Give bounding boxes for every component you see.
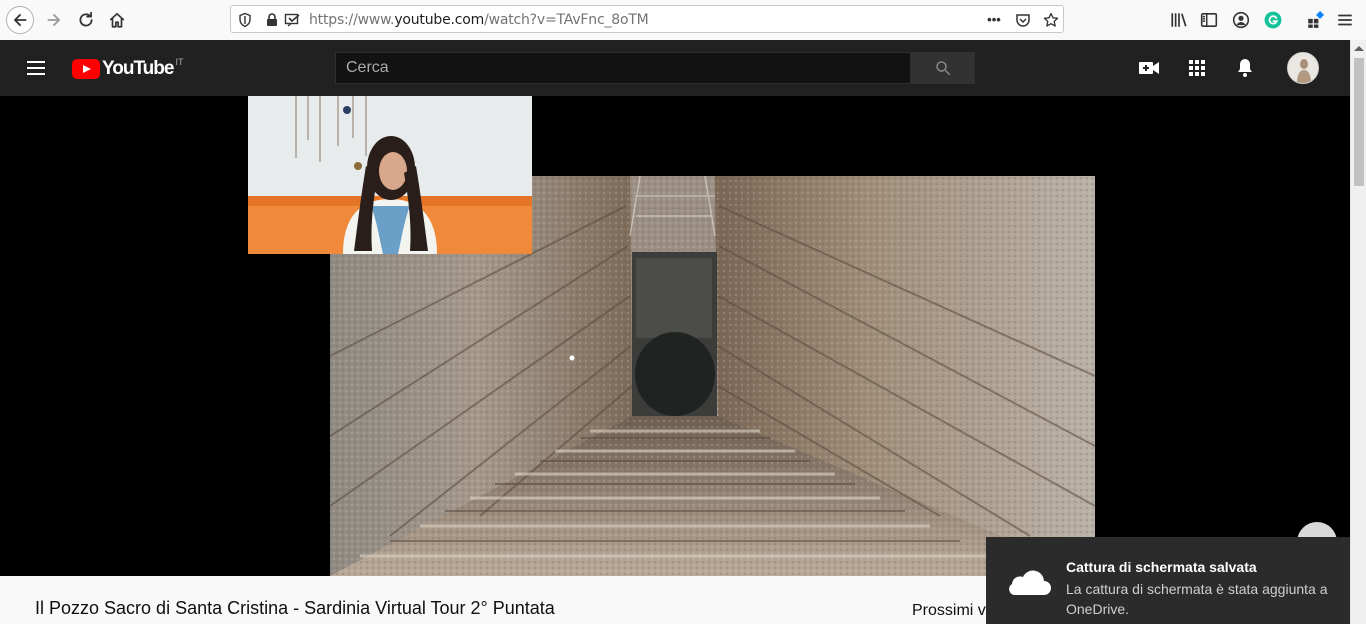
country-code: IT xyxy=(175,57,184,67)
search-input[interactable] xyxy=(336,53,910,83)
url-prefix: https://www. xyxy=(309,12,395,28)
onedrive-toast-notification[interactable]: Cattura di schermata salvata La cattura … xyxy=(986,537,1350,624)
url-path: /watch?v=TAvFnc_8oTM xyxy=(484,12,649,28)
onedrive-cloud-icon xyxy=(1009,570,1051,595)
sidebar-icon[interactable] xyxy=(1198,9,1220,31)
presenter-webcam-overlay xyxy=(248,96,532,254)
library-icon[interactable] xyxy=(1168,9,1190,31)
hamburger-menu-icon[interactable] xyxy=(1334,9,1356,31)
back-arrow-icon xyxy=(14,14,27,26)
forward-button[interactable] xyxy=(40,6,68,34)
forward-arrow-icon xyxy=(47,14,60,26)
avatar-statue-image xyxy=(1288,53,1318,83)
youtube-logo[interactable]: YouTube IT xyxy=(72,57,184,80)
browser-toolbar: https://www.youtube.com/watch?v=TAvFnc_8… xyxy=(0,0,1366,41)
presenter-image xyxy=(248,96,532,254)
tracking-shield-icon[interactable] xyxy=(236,11,254,29)
apps-grid-icon[interactable] xyxy=(1185,56,1209,80)
home-button[interactable] xyxy=(103,6,131,34)
up-next-label: Prossimi v xyxy=(912,602,986,619)
scrollbar-thumb[interactable] xyxy=(1354,58,1364,186)
url-text[interactable]: https://www.youtube.com/watch?v=TAvFnc_8… xyxy=(309,12,649,28)
toast-body: La cattura di schermata è stata aggiunta… xyxy=(1066,581,1328,617)
reload-icon xyxy=(79,11,93,27)
bookmark-star-icon[interactable] xyxy=(1042,11,1060,29)
account-icon[interactable] xyxy=(1230,9,1252,31)
page-actions-menu[interactable]: ••• xyxy=(985,10,1003,28)
video-title: Il Pozzo Sacro di Santa Cristina - Sardi… xyxy=(35,598,555,618)
guide-menu-icon[interactable] xyxy=(24,56,48,80)
create-video-icon[interactable] xyxy=(1137,56,1161,80)
video-player[interactable] xyxy=(0,96,1350,576)
url-bar[interactable]: https://www.youtube.com/watch?v=TAvFnc_8… xyxy=(230,5,1064,33)
extensions-icon[interactable] xyxy=(1304,9,1326,31)
grammarly-icon[interactable] xyxy=(1262,9,1284,31)
search-button[interactable] xyxy=(910,52,975,84)
user-avatar[interactable] xyxy=(1287,52,1319,84)
home-icon xyxy=(109,12,125,28)
search-box xyxy=(335,52,911,84)
youtube-masthead: YouTube IT xyxy=(0,40,1350,96)
notifications-bell-icon[interactable] xyxy=(1233,56,1257,80)
youtube-logo-text: YouTube xyxy=(102,58,174,79)
back-button[interactable] xyxy=(6,6,34,34)
pocket-icon[interactable] xyxy=(1014,11,1032,29)
url-domain: youtube.com xyxy=(394,12,485,28)
permissions-icon[interactable] xyxy=(283,11,301,29)
page-scrollbar[interactable] xyxy=(1350,40,1366,624)
youtube-play-icon xyxy=(72,59,100,79)
search-icon xyxy=(935,61,950,76)
lock-icon[interactable] xyxy=(263,11,281,29)
scroll-up-arrow-icon[interactable] xyxy=(1354,46,1364,51)
toast-title: Cattura di schermata salvata xyxy=(1066,559,1257,575)
reload-button[interactable] xyxy=(72,6,100,34)
